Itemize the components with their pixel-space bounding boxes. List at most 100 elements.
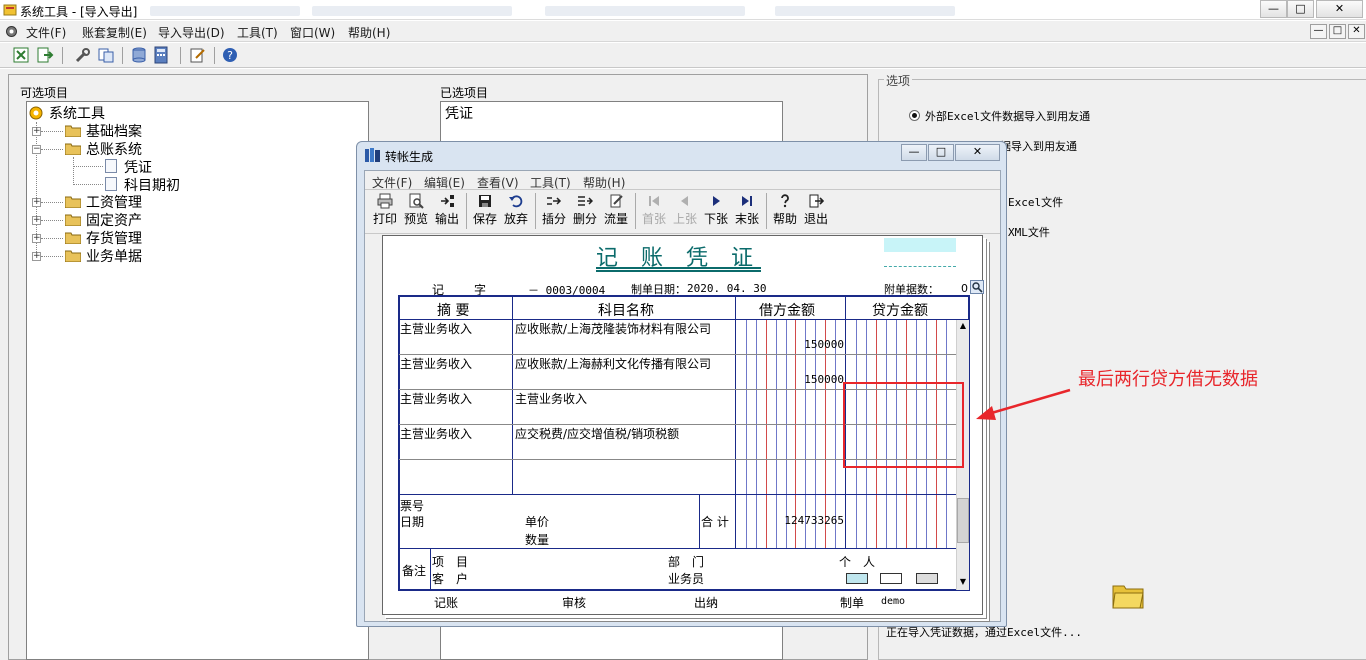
expand-icon[interactable]: + xyxy=(32,127,41,136)
discard-button[interactable]: 放弃 xyxy=(501,191,531,231)
grid-row-line xyxy=(399,494,969,495)
available-items-tree[interactable]: 系统工具 + 基础档案 − 总账系统 凭证 科目期初 + 工资管理 + 固定资产… xyxy=(26,101,369,660)
edit-icon[interactable] xyxy=(189,46,207,64)
menu-window[interactable]: 窗口(W) xyxy=(290,24,335,41)
mdi-restore-button[interactable]: □ xyxy=(1329,24,1346,39)
row-4-account[interactable]: 应交税费/应交增值税/销项税额 xyxy=(515,425,679,442)
exit-button-label: 退出 xyxy=(803,212,828,226)
first-voucher-button[interactable]: 首张 xyxy=(639,191,669,231)
tree-node-general-ledger[interactable]: 总账系统 xyxy=(86,139,142,159)
radio-excel-import[interactable] xyxy=(909,110,920,121)
voucher-date[interactable]: 2020. 04. 30 xyxy=(687,282,766,295)
row-1-debit[interactable]: 150000 xyxy=(738,338,844,351)
tree-root[interactable]: 系统工具 xyxy=(49,103,105,123)
copy-icon[interactable] xyxy=(97,46,115,64)
mdi-close-button[interactable]: ✕ xyxy=(1348,24,1365,39)
remark-salesman: 业务员 xyxy=(668,572,705,586)
toolbar-separator xyxy=(180,47,181,64)
collapse-icon[interactable]: − xyxy=(32,145,41,154)
menu-help[interactable]: 帮助(H) xyxy=(348,24,390,41)
toolbar-separator xyxy=(214,47,215,64)
row-1-account[interactable]: 应收账款/上海茂隆装饰材料有限公司 xyxy=(515,320,711,337)
tree-node-basic-files[interactable]: 基础档案 xyxy=(86,121,142,141)
mdi-minimize-button[interactable]: — xyxy=(1310,24,1327,39)
excel-icon[interactable] xyxy=(12,46,30,64)
dialog-minimize-button[interactable]: — xyxy=(901,144,927,161)
delete-entry-button[interactable]: 删分 xyxy=(570,191,600,231)
tree-line xyxy=(73,166,103,167)
row-4-summary[interactable]: 主营业务收入 xyxy=(400,425,472,442)
blurred-background xyxy=(150,6,300,16)
delete-entry-button-label: 删分 xyxy=(572,212,597,226)
menu-tools[interactable]: 工具(T) xyxy=(237,24,278,41)
export-button[interactable]: 输出 xyxy=(432,191,462,231)
next-voucher-button[interactable]: 下张 xyxy=(701,191,731,231)
save-button-label: 保存 xyxy=(472,212,497,226)
exit-button[interactable]: 退出 xyxy=(801,191,831,231)
list-icon[interactable] xyxy=(880,573,902,584)
tool-icon[interactable] xyxy=(916,573,938,584)
scroll-down-icon[interactable]: ▼ xyxy=(957,576,969,588)
scroll-thumb[interactable] xyxy=(957,498,969,543)
expand-icon[interactable]: + xyxy=(32,216,41,225)
menu-account-copy[interactable]: 账套复制(E) xyxy=(82,24,147,41)
selected-item-voucher[interactable]: 凭证 xyxy=(445,103,473,123)
close-button[interactable]: ✕ xyxy=(1316,0,1363,18)
row-1-summary[interactable]: 主营业务收入 xyxy=(400,320,472,337)
dialog-maximize-button[interactable]: □ xyxy=(928,144,954,161)
menu-file[interactable]: 文件(F) xyxy=(26,24,66,41)
search-icon[interactable] xyxy=(970,280,984,294)
first-voucher-button-label: 首张 xyxy=(641,212,666,226)
tree-node-inventory[interactable]: 存货管理 xyxy=(86,228,142,248)
help-icon[interactable]: ? xyxy=(221,46,239,64)
row-3-account[interactable]: 主营业务收入 xyxy=(515,390,587,407)
insert-entry-button[interactable]: 插分 xyxy=(539,191,569,231)
export-excel-icon[interactable] xyxy=(36,46,54,64)
discard-button-label: 放弃 xyxy=(503,212,528,226)
card-icon[interactable] xyxy=(846,573,868,584)
radio-excel-import-label: 外部Excel文件数据导入到用友通 xyxy=(925,110,1091,123)
row-2-debit[interactable]: 150000 xyxy=(738,373,844,386)
cashflow-button-label: 流量 xyxy=(603,212,628,226)
database-icon[interactable] xyxy=(130,46,148,64)
document-icon xyxy=(105,177,117,191)
row-3-summary[interactable]: 主营业务收入 xyxy=(400,390,472,407)
tree-node-payroll[interactable]: 工资管理 xyxy=(86,192,142,212)
menu-import-export[interactable]: 导入导出(D) xyxy=(158,24,225,41)
row-2-summary[interactable]: 主营业务收入 xyxy=(400,355,472,372)
tree-line xyxy=(73,157,74,185)
gear-icon[interactable] xyxy=(4,24,19,39)
dialog-close-button[interactable]: ✕ xyxy=(955,144,1000,161)
selected-items-label: 已选项目 xyxy=(440,86,489,100)
tree-node-business-docs[interactable]: 业务单据 xyxy=(86,246,142,266)
minimize-button[interactable]: — xyxy=(1260,0,1287,18)
expand-icon[interactable]: + xyxy=(32,198,41,207)
cashflow-button[interactable]: 流量 xyxy=(601,191,631,231)
maximize-button[interactable]: □ xyxy=(1287,0,1314,18)
voucher-title: 记 账 凭 证 xyxy=(596,246,761,271)
tree-node-fixed-assets[interactable]: 固定资产 xyxy=(86,210,142,230)
calculator-icon[interactable] xyxy=(152,46,170,64)
total-label: 合 计 xyxy=(701,515,729,529)
next-icon xyxy=(713,196,720,206)
books-icon xyxy=(365,148,380,162)
expand-icon[interactable]: + xyxy=(32,252,41,261)
tools-icon[interactable] xyxy=(74,46,92,64)
tree-line xyxy=(41,131,63,132)
print-button[interactable]: 打印 xyxy=(370,191,400,231)
save-button[interactable]: 保存 xyxy=(470,191,500,231)
tree-node-voucher[interactable]: 凭证 xyxy=(124,157,152,177)
folder-icon xyxy=(65,125,81,137)
scroll-up-icon[interactable]: ▲ xyxy=(957,320,969,332)
last-voucher-button-label: 末张 xyxy=(734,212,759,226)
row-2-account[interactable]: 应收账款/上海赫利文化传播有限公司 xyxy=(515,355,711,372)
radio-option-2-label: 据导入到用友通 xyxy=(1000,140,1077,153)
expand-icon[interactable]: + xyxy=(32,234,41,243)
voucher-attach-count[interactable]: 0 xyxy=(961,282,968,295)
prev-voucher-button[interactable]: 上张 xyxy=(670,191,700,231)
voucher-stamp-line xyxy=(884,266,956,267)
blurred-background xyxy=(545,6,745,16)
preview-button[interactable]: 预览 xyxy=(401,191,431,231)
help-button[interactable]: 帮助 xyxy=(770,191,800,231)
last-voucher-button[interactable]: 末张 xyxy=(732,191,762,231)
